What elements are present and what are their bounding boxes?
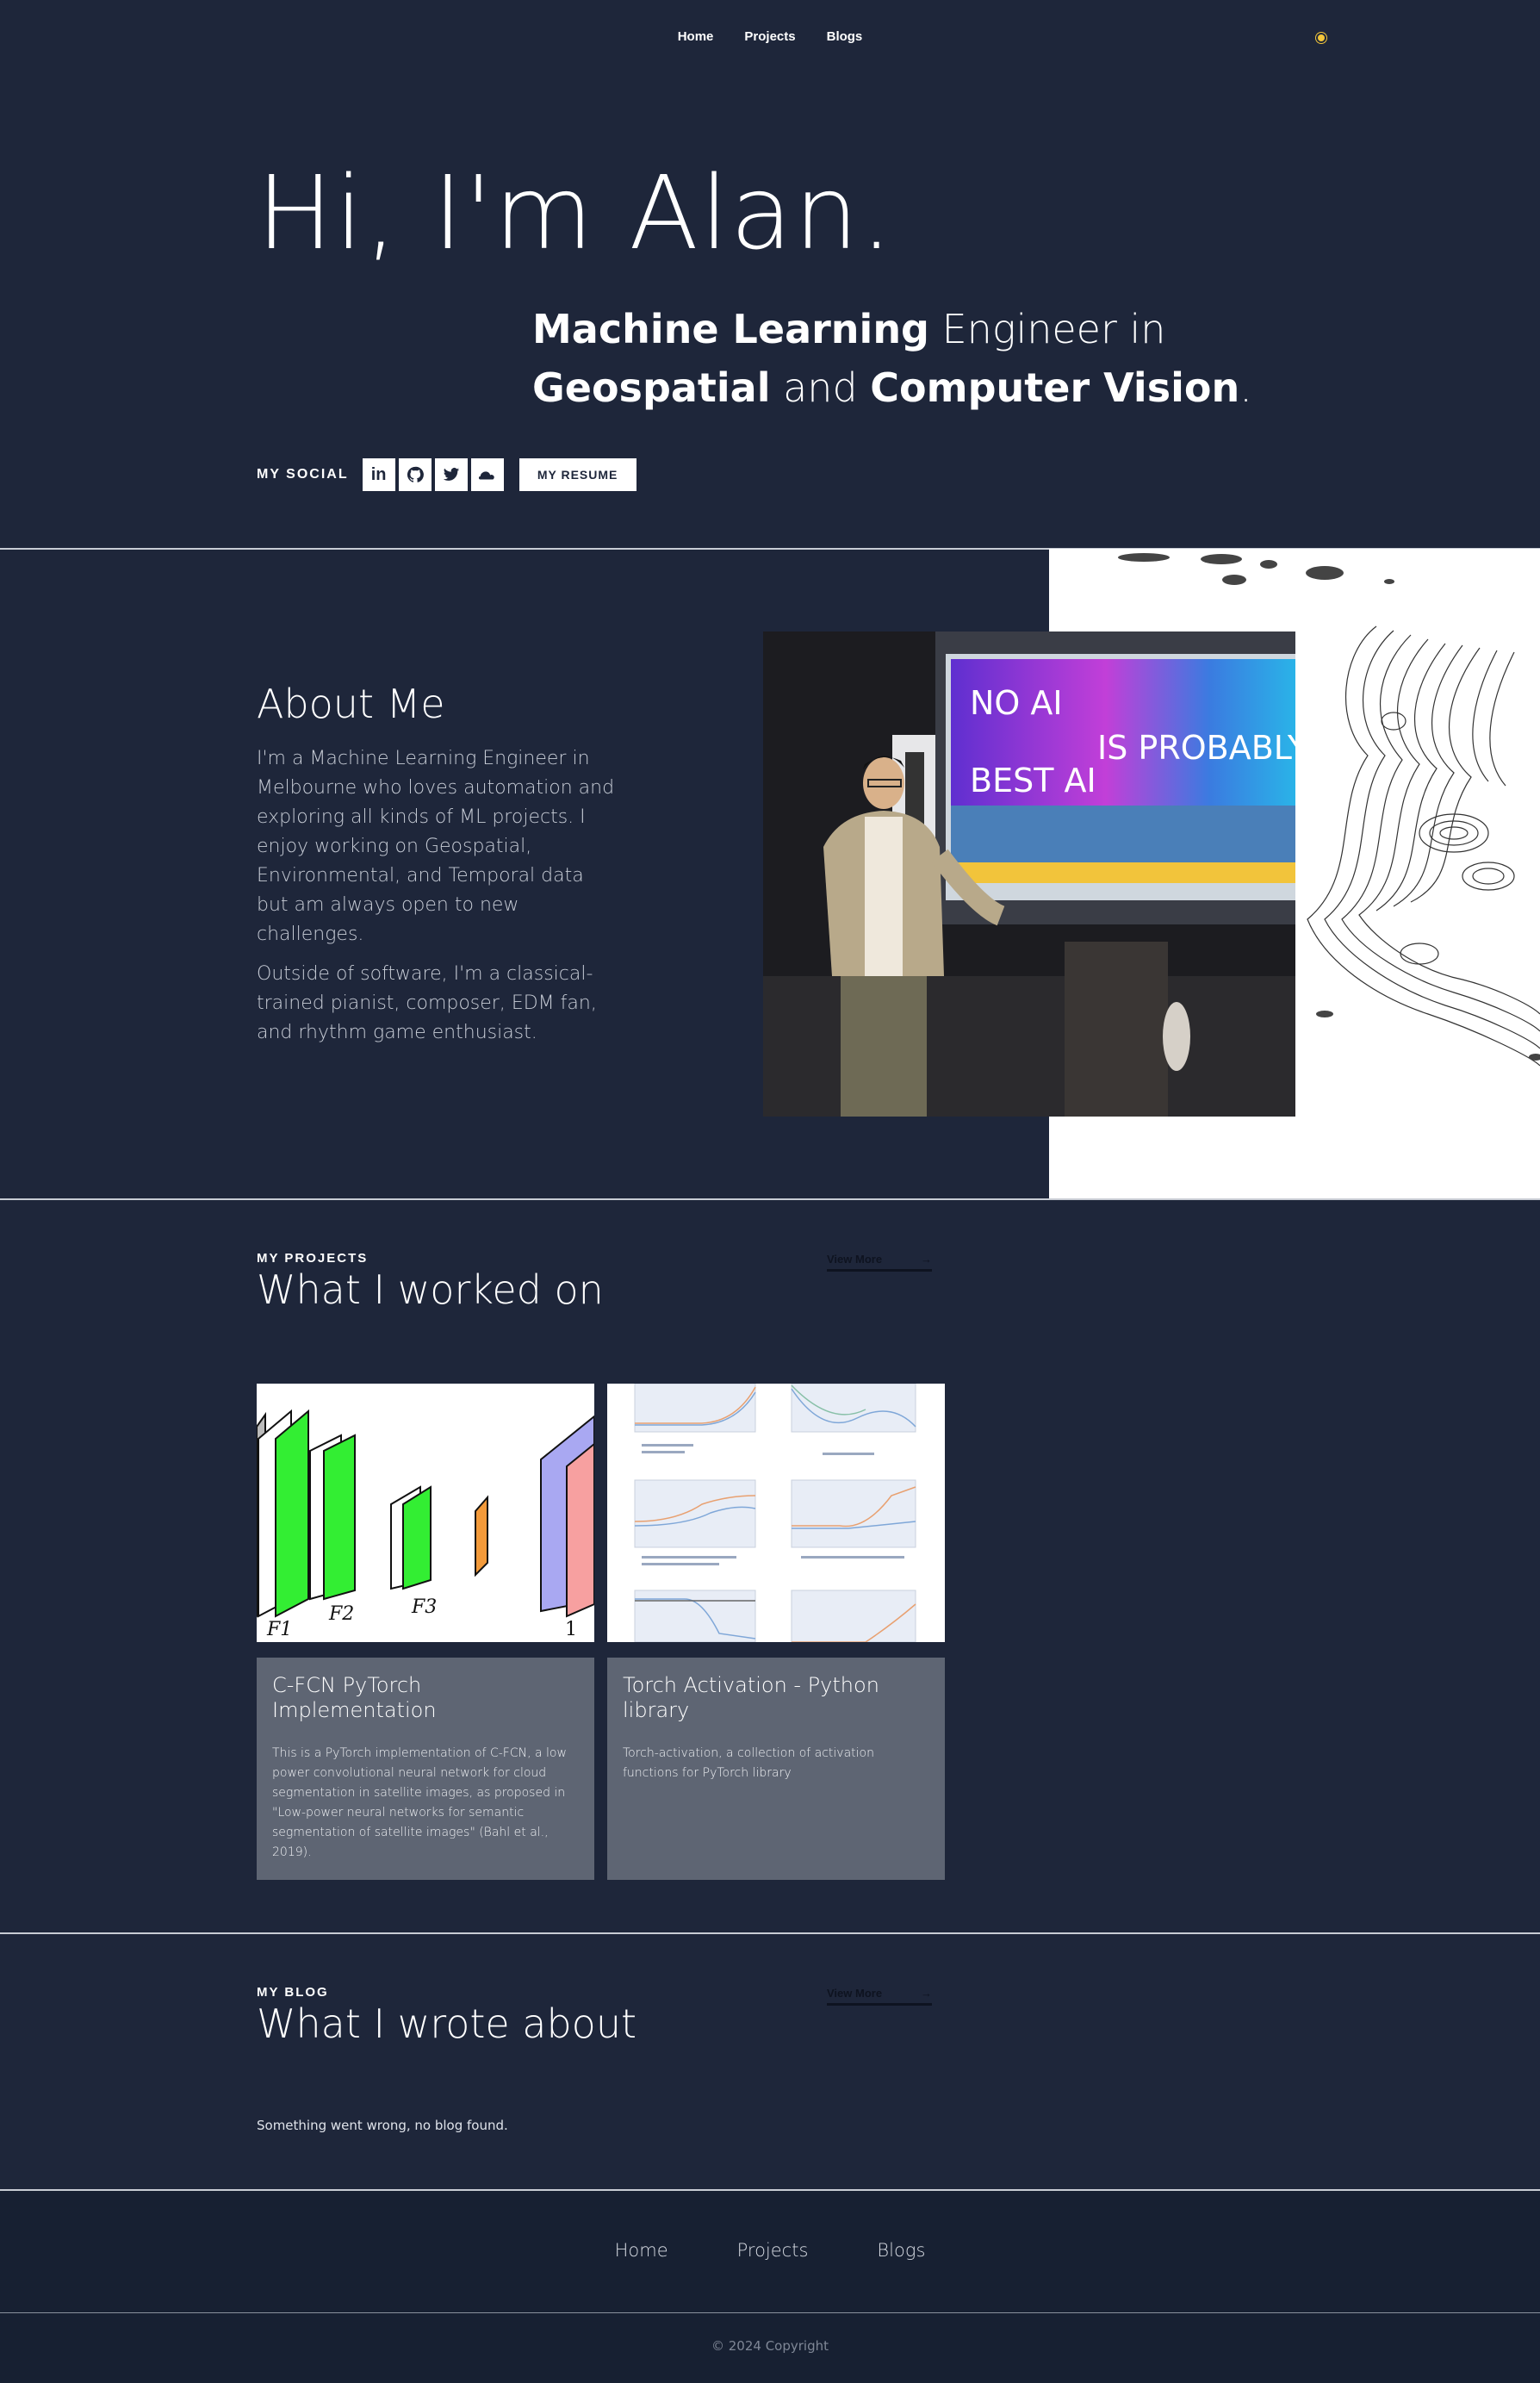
cfcn-architecture-image: F1 F2 F3 1 [257,1384,594,1642]
project-card-cfcn[interactable]: F1 F2 F3 1 C-FCN PyTorch Implementation … [257,1384,594,1880]
about-paragraph-1: I'm a Machine Learning Engineer in Melbo… [257,748,615,945]
tagline-engineer: Engineer in [929,306,1166,352]
card-body: C-FCN PyTorch Implementation This is a P… [257,1658,594,1880]
photo-slide-text-3: BEST AI [970,762,1096,800]
project-description: Torch-activation, a collection of activa… [623,1746,874,1780]
project-title: Torch Activation - Python library [623,1673,879,1722]
footer-divider [0,2189,1540,2191]
footer-projects-link[interactable]: Projects [737,2240,809,2261]
blog-empty-message: Something went wrong, no blog found. [257,2118,508,2133]
theme-toggle-button[interactable] [1313,29,1330,47]
nav-blogs-link[interactable]: Blogs [827,29,863,44]
copyright: © 2024 Copyright [711,2338,829,2354]
tagline-geospatial: Geospatial [532,364,771,411]
cfcn-label-f2: F2 [328,1603,354,1625]
arrow-right-icon: → [921,1253,932,1266]
resume-button[interactable]: MY RESUME [519,458,636,491]
top-nav: Home Projects Blogs [0,0,1540,78]
nav-links: Home Projects Blogs [0,29,1540,44]
cfcn-label-f1: F1 [266,1619,292,1640]
footer [0,2191,1540,2383]
blog-title: What I wrote about [257,2000,637,2047]
view-more-label: View More [827,1987,883,2000]
social-row: MY SOCIAL in MY RESUME [257,458,636,491]
view-more-label: View More [827,1253,883,1266]
hero-title: Hi, I'm Alan. [257,153,895,272]
twitter-icon[interactable] [434,458,468,491]
project-title: C-FCN PyTorch Implementation [272,1673,437,1722]
tagline-cv: Computer Vision [870,364,1240,411]
project-card-torch-activation[interactable]: Torch Activation - Python library Torch-… [607,1384,945,1880]
project-description: This is a PyTorch implementation of C-FC… [272,1746,567,1859]
tagline-and: and [770,364,871,411]
blog-view-more-link[interactable]: View More → [827,1987,932,2006]
cfcn-label-1: 1 [565,1619,577,1640]
github-icon[interactable] [398,458,432,491]
footer-home-link[interactable]: Home [615,2240,668,2261]
footer-blogs-link[interactable]: Blogs [877,2240,925,2261]
cfcn-label-f3: F3 [411,1596,437,1618]
section-divider [0,1198,1540,1200]
about-paragraph-2: Outside of software, I'm a classical-tra… [257,963,597,1043]
about-photo: NO AI IS PROBABLY BEST AI [763,632,1295,1117]
blog-kicker: MY BLOG [257,1985,329,2000]
hero-tagline: Machine Learning Engineer in Geospatial … [532,300,1252,417]
nav-home-link[interactable]: Home [678,29,714,44]
tagline-period: . [1239,364,1252,411]
projects-view-more-link[interactable]: View More → [827,1253,932,1272]
projects-title: What I worked on [257,1266,604,1313]
sun-icon [1318,34,1325,41]
projects-kicker: MY PROJECTS [257,1251,369,1266]
footer-divider [0,2312,1540,2313]
card-body: Torch Activation - Python library Torch-… [607,1658,945,1880]
soundcloud-icon[interactable] [470,458,504,491]
linkedin-icon[interactable]: in [362,458,395,491]
social-label: MY SOCIAL [257,467,349,482]
tagline-ml: Machine Learning [532,306,929,352]
photo-slide-text-2: IS PROBABLY [1097,729,1295,767]
nav-projects-link[interactable]: Projects [744,29,795,44]
about-title: About Me [257,681,445,727]
photo-slide-text-1: NO AI [970,684,1063,722]
section-divider [0,1932,1540,1934]
activation-plots-image [607,1384,945,1642]
footer-links: Home Projects Blogs [0,2240,1540,2261]
arrow-right-icon: → [921,1987,932,2000]
